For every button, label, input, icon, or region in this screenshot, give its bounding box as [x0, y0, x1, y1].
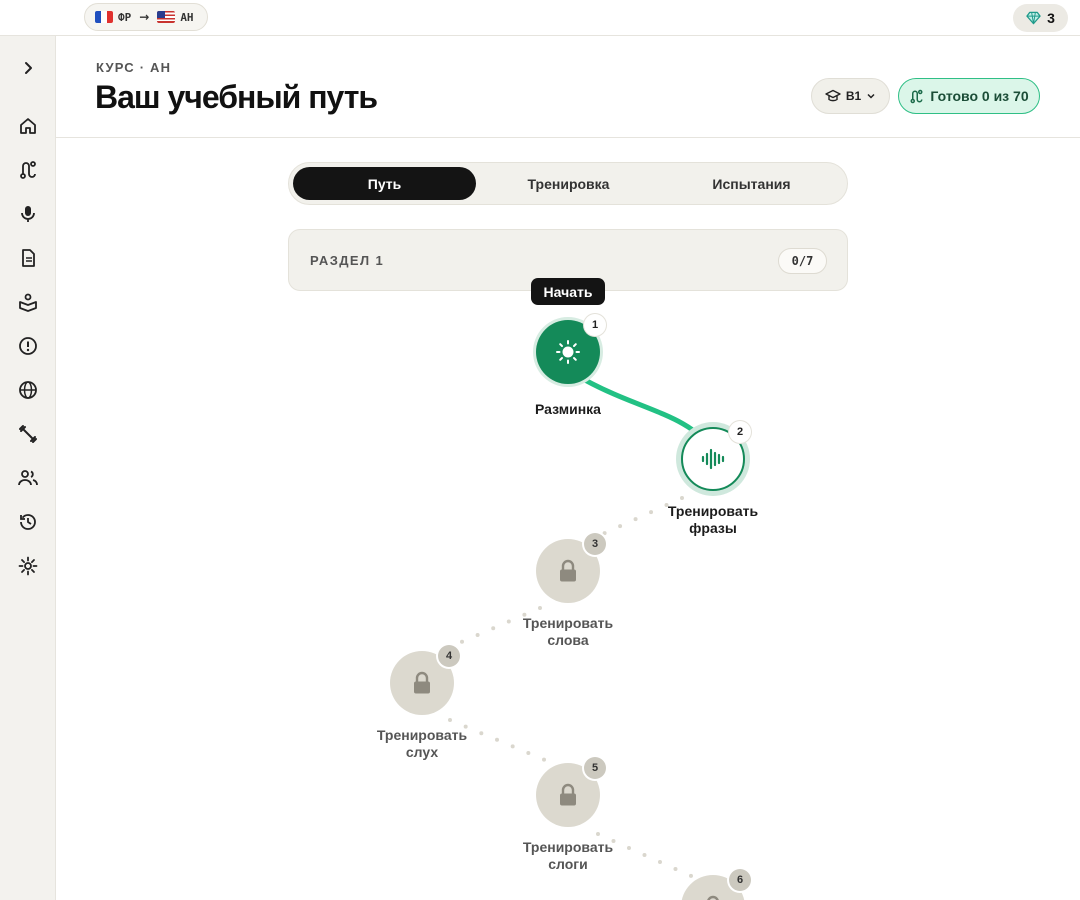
node-number-badge: 5 [584, 757, 606, 779]
node-label-line: Тренировать [522, 615, 614, 631]
lock-icon [560, 559, 576, 582]
node-number-badge: 4 [438, 645, 460, 667]
node-label-phrases: Тренировать фразы [653, 503, 773, 537]
sun-icon [556, 340, 580, 364]
node-number-badge: 1 [584, 314, 606, 336]
start-tooltip[interactable]: Начать [531, 278, 605, 305]
lock-icon [707, 895, 719, 900]
node-label-line: фразы [689, 520, 737, 536]
node-label-line: слоги [548, 856, 588, 872]
node-number-badge: 3 [584, 533, 606, 555]
lock-icon [560, 783, 576, 806]
node-label-words: Тренировать слова [508, 615, 628, 649]
waveform-icon [701, 448, 725, 470]
node-label-line: Тренировать [667, 503, 759, 519]
node-label-warmup: Разминка [535, 401, 601, 417]
node-label-line: слова [547, 632, 589, 648]
node-label-syllables: Тренировать слоги [508, 839, 628, 873]
lock-icon [414, 671, 430, 694]
node-number-badge: 2 [729, 421, 751, 443]
node-label-line: Тренировать [376, 727, 468, 743]
node-number-badge: 6 [729, 869, 751, 891]
node-label-line: слух [405, 744, 439, 760]
path-connectors [418, 377, 715, 882]
node-label-line: Тренировать [522, 839, 614, 855]
node-label-listening: Тренировать слух [362, 727, 482, 761]
